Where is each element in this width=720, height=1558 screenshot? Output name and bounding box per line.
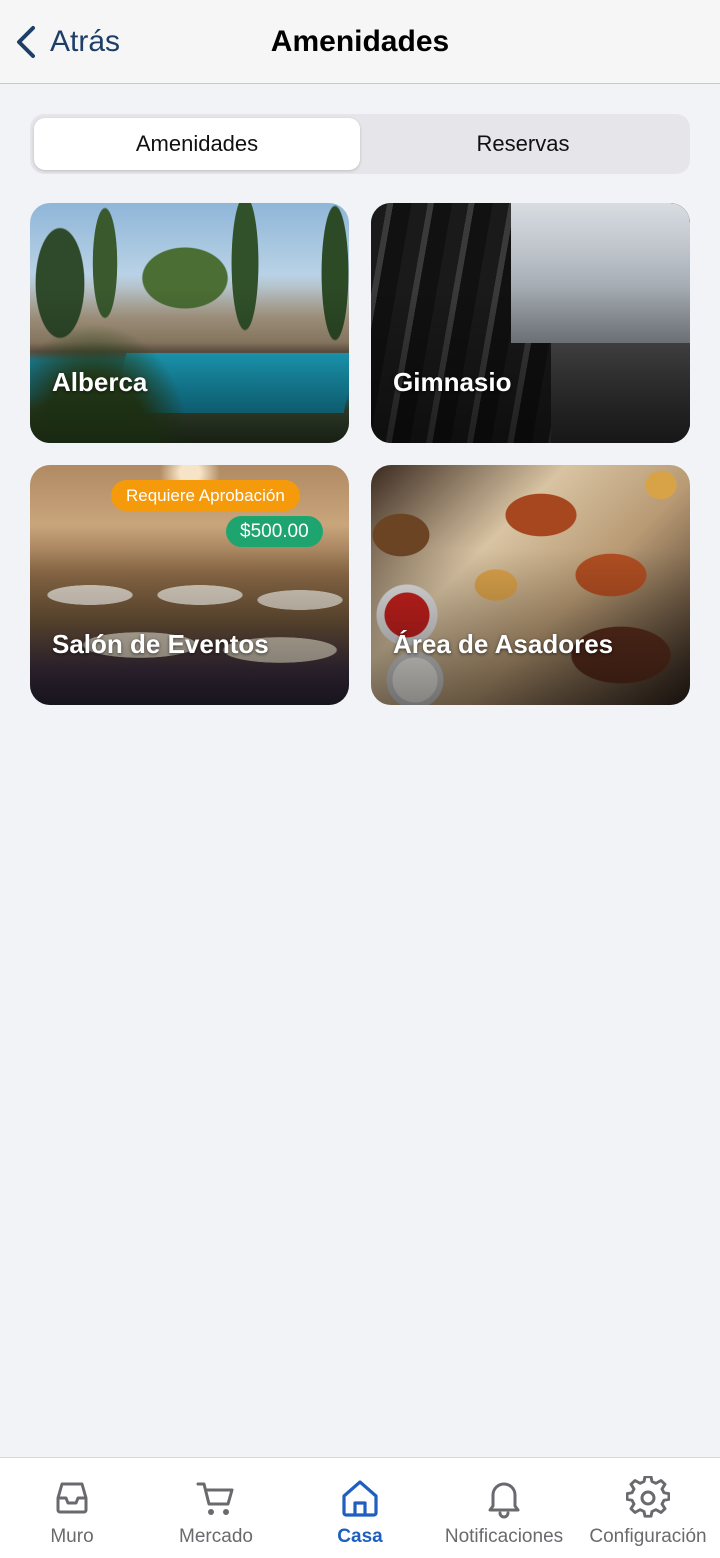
inbox-icon [56, 1482, 88, 1514]
segmented-control: Amenidades Reservas [30, 114, 690, 174]
segment-amenidades[interactable]: Amenidades [34, 118, 360, 170]
amenity-title: Área de Asadores [393, 629, 614, 659]
amenity-title: Salón de Eventos [52, 629, 269, 659]
nav-header: Atrás Amenidades [0, 0, 720, 84]
amenity-title: Gimnasio [393, 367, 512, 397]
gear-icon [626, 1476, 670, 1518]
tab-label: Configuración [589, 1526, 707, 1547]
tab-muro[interactable]: Muro [0, 1458, 144, 1558]
tab-label: Casa [337, 1526, 383, 1547]
amenity-card-gimnasio[interactable]: Gimnasio [371, 203, 690, 443]
tab-label: Notificaciones [444, 1526, 564, 1547]
amenity-card-area-de-asadores[interactable]: Área de Asadores [371, 465, 690, 705]
tab-notificaciones[interactable]: Notificaciones [432, 1458, 576, 1558]
tab-bar: Muro Mercado Casa Notificaciones Configu… [0, 1457, 720, 1558]
amenity-card-salon-de-eventos[interactable]: Requiere Aprobación $500.00 Salón de Eve… [30, 465, 349, 705]
segment-reservas[interactable]: Reservas [360, 118, 686, 170]
tab-mercado[interactable]: Mercado [144, 1458, 288, 1558]
tab-configuracion[interactable]: Configuración [576, 1458, 720, 1558]
home-icon [342, 1480, 378, 1517]
amenity-card-alberca[interactable]: Alberca [30, 203, 349, 443]
bell-icon [488, 1482, 520, 1519]
tab-label: Mercado [179, 1526, 253, 1547]
tab-casa[interactable]: Casa [288, 1458, 432, 1558]
approval-badge: Requiere Aprobación [111, 480, 300, 511]
tab-label: Muro [50, 1526, 94, 1547]
amenity-title: Alberca [52, 367, 148, 397]
cart-icon [196, 1482, 234, 1515]
price-badge: $500.00 [226, 516, 323, 547]
page-title: Amenidades [270, 25, 450, 58]
